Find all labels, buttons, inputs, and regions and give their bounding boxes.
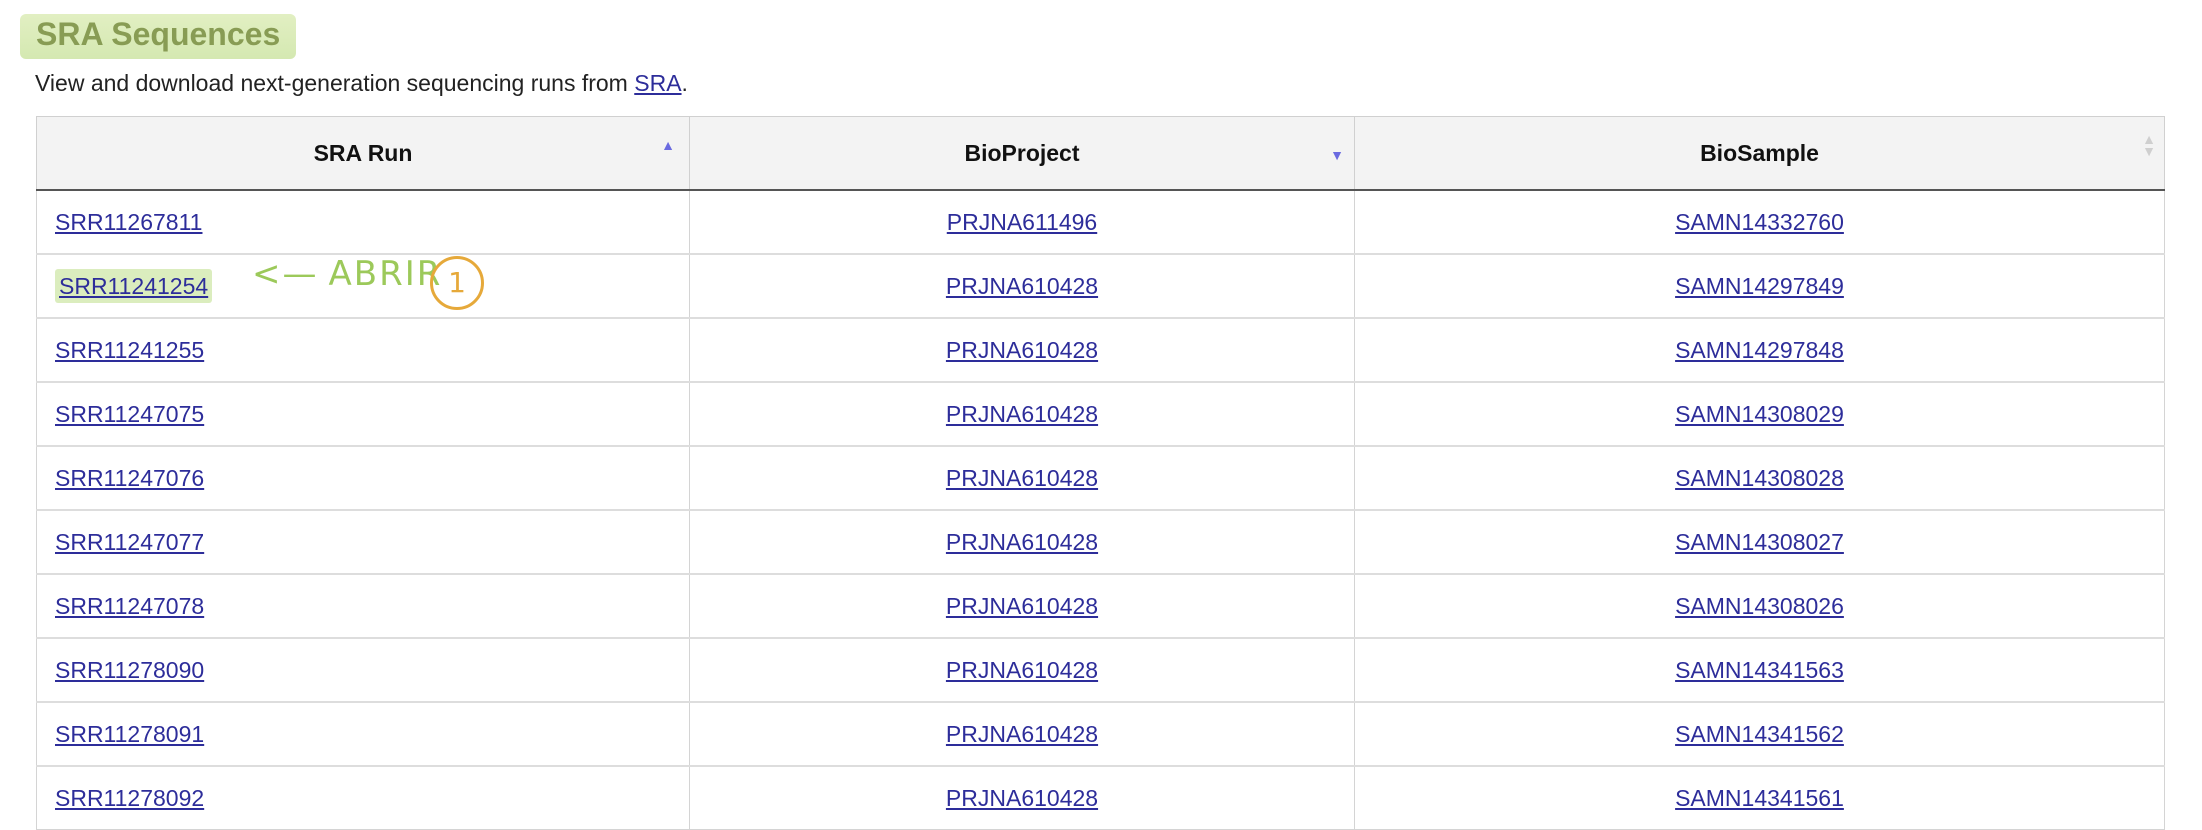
table-cell-run: SRR11247076 (36, 445, 690, 511)
table-cell-project: PRJNA610428 (689, 445, 1355, 511)
table-cell-project: PRJNA610428 (689, 253, 1355, 319)
table-row: SRR11278091 PRJNA610428 SAMN14341562 (36, 701, 2165, 767)
biosample-link[interactable]: SAMN14332760 (1675, 209, 1844, 235)
sra-runs-table: SRA Run ▲ BioProject ▼ BioSample ▲ ▼ SRR1… (36, 116, 2165, 830)
sort-descending-icon[interactable]: ▼ (1330, 147, 1344, 163)
bioproject-link[interactable]: PRJNA610428 (946, 657, 1098, 683)
section-description: View and download next-generation sequen… (35, 70, 688, 97)
annotation-text: ABRIR (328, 254, 443, 294)
table-row: SRR11247076 PRJNA610428 SAMN14308028 (36, 445, 2165, 511)
header-bioproject-label: BioProject (964, 139, 1080, 166)
table-row: SRR11247077 PRJNA610428 SAMN14308027 (36, 509, 2165, 575)
table-row: SRR11278090 PRJNA610428 SAMN14341563 (36, 637, 2165, 703)
table-cell-sample: SAMN14308026 (1354, 573, 2165, 639)
sra-run-link[interactable]: SRR11278092 (55, 785, 204, 811)
arrow-left-icon: <— (252, 254, 319, 294)
handwritten-annotation: <— ABRIR (252, 254, 442, 294)
header-biosample[interactable]: BioSample ▲ ▼ (1354, 116, 2165, 191)
header-sra-run[interactable]: SRA Run ▲ (36, 116, 690, 191)
bioproject-link[interactable]: PRJNA610428 (946, 401, 1098, 427)
sra-run-link[interactable]: SRR11247076 (55, 465, 204, 491)
sort-ascending-icon[interactable]: ▲ (661, 137, 675, 153)
table-cell-project: PRJNA610428 (689, 317, 1355, 383)
sra-run-link[interactable]: SRR11241254 (55, 268, 213, 303)
table-cell-sample: SAMN14308027 (1354, 509, 2165, 575)
bioproject-link[interactable]: PRJNA610428 (946, 273, 1098, 299)
biosample-link[interactable]: SAMN14308028 (1675, 465, 1844, 491)
table-cell-project: PRJNA611496 (689, 189, 1355, 255)
table-row: SRR11247078 PRJNA610428 SAMN14308026 (36, 573, 2165, 639)
table-cell-run: SRR11247077 (36, 509, 690, 575)
table-cell-project: PRJNA610428 (689, 573, 1355, 639)
table-row: SRR11267811 PRJNA611496 SAMN14332760 (36, 189, 2165, 255)
sra-run-link[interactable]: SRR11278090 (55, 657, 204, 683)
table-cell-sample: SAMN14297849 (1354, 253, 2165, 319)
sra-run-link[interactable]: SRR11247075 (55, 401, 204, 427)
table-cell-sample: SAMN14341562 (1354, 701, 2165, 767)
header-bioproject[interactable]: BioProject ▼ (689, 116, 1355, 191)
biosample-link[interactable]: SAMN14308026 (1675, 593, 1844, 619)
sra-run-link[interactable]: SRR11278091 (55, 721, 204, 747)
table-cell-project: PRJNA610428 (689, 509, 1355, 575)
bioproject-link[interactable]: PRJNA610428 (946, 337, 1098, 363)
sra-run-link[interactable]: SRR11267811 (55, 209, 202, 235)
description-text: View and download next-generation sequen… (35, 70, 635, 96)
section-title-wrap: SRA Sequences (20, 14, 297, 59)
bioproject-link[interactable]: PRJNA610428 (946, 721, 1098, 747)
table-header-row: SRA Run ▲ BioProject ▼ BioSample ▲ ▼ (36, 116, 2165, 191)
biosample-link[interactable]: SAMN14341562 (1675, 721, 1844, 747)
sra-run-link[interactable]: SRR11241255 (55, 337, 204, 363)
description-suffix: . (681, 70, 688, 96)
table-cell-project: PRJNA610428 (689, 701, 1355, 767)
biosample-link[interactable]: SAMN14341563 (1675, 657, 1844, 683)
biosample-link[interactable]: SAMN14308029 (1675, 401, 1844, 427)
table-row: SRR11247075 PRJNA610428 SAMN14308029 (36, 381, 2165, 447)
bioproject-link[interactable]: PRJNA610428 (946, 529, 1098, 555)
step-number-badge: 1 (430, 256, 484, 310)
biosample-link[interactable]: SAMN14297848 (1675, 337, 1844, 363)
biosample-link[interactable]: SAMN14297849 (1675, 273, 1844, 299)
table-cell-run: SRR11278091 (36, 701, 690, 767)
table-cell-sample: SAMN14308028 (1354, 445, 2165, 511)
table-cell-project: PRJNA610428 (689, 381, 1355, 447)
header-biosample-label: BioSample (1700, 139, 1819, 166)
table-cell-project: PRJNA610428 (689, 637, 1355, 703)
bioproject-link[interactable]: PRJNA610428 (946, 785, 1098, 811)
biosample-link[interactable]: SAMN14341561 (1675, 785, 1844, 811)
table-cell-run: SRR11241255 (36, 317, 690, 383)
biosample-link[interactable]: SAMN14308027 (1675, 529, 1844, 555)
section-title: SRA Sequences (20, 14, 297, 59)
table-cell-sample: SAMN14332760 (1354, 189, 2165, 255)
table-cell-sample: SAMN14341563 (1354, 637, 2165, 703)
table-cell-run: SRR11247078 (36, 573, 690, 639)
table-row: SRR11241255 PRJNA610428 SAMN14297848 (36, 317, 2165, 383)
sra-run-link[interactable]: SRR11247078 (55, 593, 204, 619)
bioproject-link[interactable]: PRJNA610428 (946, 465, 1098, 491)
bioproject-link[interactable]: PRJNA611496 (947, 209, 1097, 235)
sra-run-link[interactable]: SRR11247077 (55, 529, 204, 555)
sort-unsorted-icon[interactable]: ▲ ▼ (2142, 132, 2156, 158)
header-sra-run-label: SRA Run (313, 139, 413, 166)
table-cell-run: SRR11278090 (36, 637, 690, 703)
table-cell-run: SRR11247075 (36, 381, 690, 447)
table-cell-sample: SAMN14308029 (1354, 381, 2165, 447)
sra-link[interactable]: SRA (634, 70, 681, 96)
table-cell-sample: SAMN14297848 (1354, 317, 2165, 383)
bioproject-link[interactable]: PRJNA610428 (946, 593, 1098, 619)
table-cell-run: SRR11267811 (36, 189, 690, 255)
